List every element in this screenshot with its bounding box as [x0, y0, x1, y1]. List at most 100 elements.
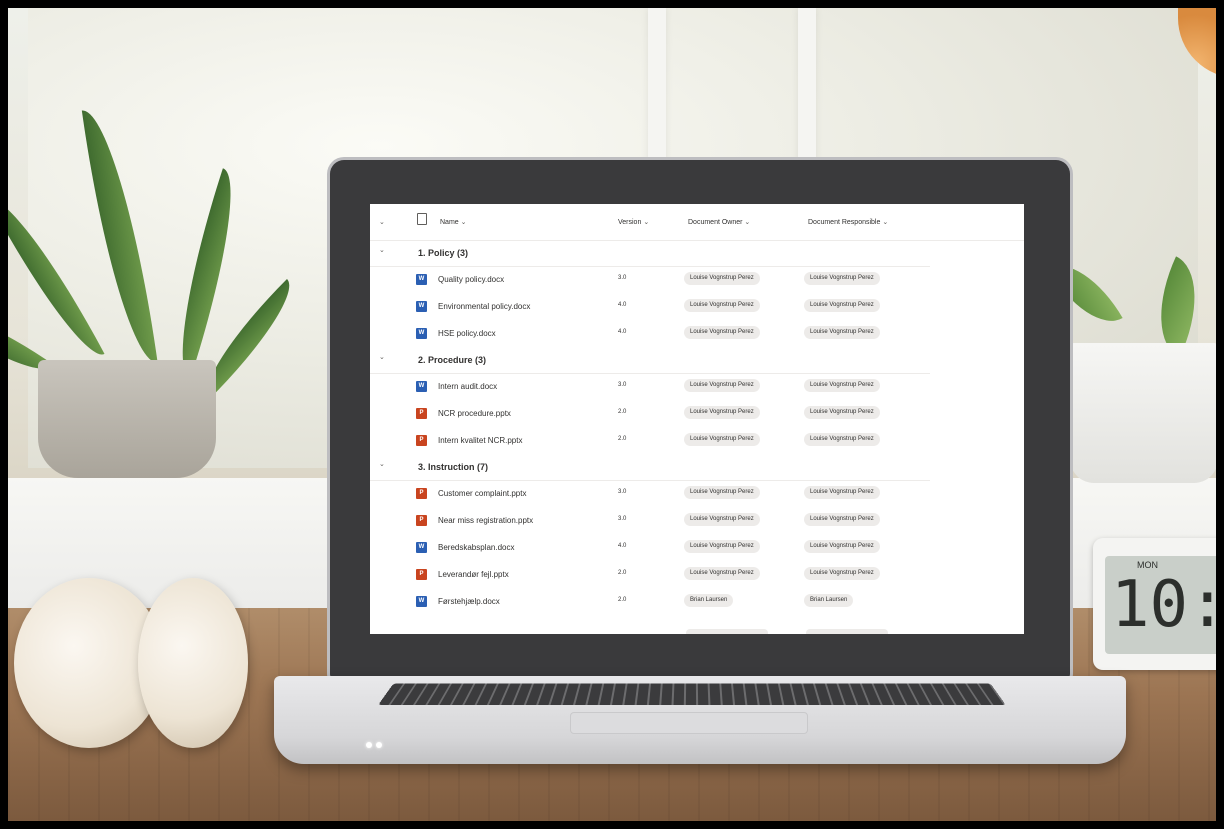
- responsible-pill[interactable]: Louise Vognstrup Perez: [804, 272, 880, 285]
- laptop-trackpad: [570, 712, 808, 734]
- group-header[interactable]: ⌄ 1. Policy (3): [370, 240, 930, 267]
- group-title: 3. Instruction (7): [418, 462, 489, 472]
- owner-pill[interactable]: Louise Vognstrup Perez: [684, 433, 760, 446]
- responsible-pill[interactable]: Louise Vognstrup Perez: [804, 513, 880, 526]
- sort-chevron-icon: ⌄: [460, 219, 467, 226]
- group-header[interactable]: ⌄ 2. Procedure (3): [370, 347, 930, 374]
- powerpoint-file-icon: P: [416, 435, 427, 446]
- file-row[interactable]: W Environmental policy.docx 4.0 Louise Vogn…: [370, 293, 930, 320]
- column-header-version[interactable]: Version ⌄: [618, 218, 649, 226]
- file-name-link[interactable]: Customer complaint.pptx: [438, 489, 526, 498]
- responsible-pill[interactable]: Louise Vognstrup Perez: [804, 406, 880, 419]
- version-value: 3.0: [618, 516, 627, 522]
- owner-pill[interactable]: Louise Vognstrup Perez: [684, 486, 760, 499]
- file-row[interactable]: W Beredskabsplan.docx 4.0 Louise Vognstrup …: [370, 534, 930, 561]
- clock-time: 10:0: [1111, 568, 1216, 642]
- word-file-icon: W: [416, 596, 427, 607]
- group-title: 2. Procedure (3): [418, 355, 487, 365]
- word-file-icon: W: [416, 328, 427, 339]
- file-name-link[interactable]: Leverandør fejl.pptx: [438, 570, 509, 579]
- group-header[interactable]: ⌄ 3. Instruction (7): [370, 454, 930, 481]
- owner-pill[interactable]: Louise Vognstrup Perez: [684, 513, 760, 526]
- group-title: 1. Policy (3): [418, 248, 469, 258]
- file-type-icon[interactable]: [417, 213, 427, 225]
- file-row[interactable]: W Førstehjælp.docx 2.0 Brian Laursen Brian L…: [370, 588, 930, 615]
- responsible-pill[interactable]: Louise Vognstrup Perez: [804, 299, 880, 312]
- version-value: 3.0: [618, 275, 627, 281]
- file-name-link[interactable]: Environmental policy.docx: [438, 302, 530, 311]
- sort-chevron-icon: ⌄: [643, 219, 650, 226]
- file-name-link[interactable]: Beredskabsplan.docx: [438, 543, 515, 552]
- photo-frame: 10:0 MON ⌄ Name ⌄ Version ⌄ Document Own…: [8, 8, 1216, 821]
- version-value: 2.0: [618, 409, 627, 415]
- responsible-pill[interactable]: Louise Vognstrup Perez: [804, 486, 880, 499]
- responsible-pill[interactable]: Brian Laursen: [804, 594, 854, 607]
- responsible-pill[interactable]: Louise Vognstrup Perez: [804, 433, 880, 446]
- owner-pill[interactable]: Louise Vognstrup Perez: [684, 406, 760, 419]
- file-row[interactable]: P Leverandør fejl.pptx 2.0 Louise Vognstrup…: [370, 561, 930, 588]
- list-header: ⌄ Name ⌄ Version ⌄ Document Owner ⌄ Docu…: [370, 204, 1024, 241]
- file-name-link[interactable]: Quality policy.docx: [438, 275, 504, 284]
- version-value: 4.0: [618, 329, 627, 335]
- file-name-link[interactable]: Near miss registration.pptx: [438, 516, 533, 525]
- responsible-pill[interactable]: Louise Vognstrup Perez: [804, 540, 880, 553]
- file-row[interactable]: P Near miss registration.pptx 3.0 Louise Vo…: [370, 507, 930, 534]
- status-led: [366, 742, 372, 748]
- responsible-pill[interactable]: Louise Vognstrup Perez: [804, 326, 880, 339]
- powerpoint-file-icon: P: [416, 408, 427, 419]
- file-name-link[interactable]: HSE policy.docx: [438, 329, 496, 338]
- powerpoint-file-icon: P: [416, 488, 427, 499]
- sort-chevron-icon: ⌄: [882, 219, 889, 226]
- word-file-icon: W: [416, 381, 427, 392]
- column-header-name[interactable]: Name ⌄: [440, 218, 467, 226]
- owner-pill[interactable]: Louise Vognstrup Perez: [684, 567, 760, 580]
- group-collapse-chevron-icon[interactable]: ⌄: [379, 353, 385, 361]
- digital-clock: 10:0 MON: [1093, 538, 1216, 670]
- file-row[interactable]: W HSE policy.docx 4.0 Louise Vognstrup Pere…: [370, 320, 930, 347]
- clock-day: MON: [1137, 560, 1158, 570]
- column-header-owner[interactable]: Document Owner ⌄: [688, 218, 750, 226]
- group-collapse-chevron-icon[interactable]: ⌄: [379, 460, 385, 468]
- version-value: 2.0: [618, 597, 627, 603]
- version-value: 2.0: [618, 436, 627, 442]
- file-row[interactable]: P Customer complaint.pptx 3.0 Louise Vognst…: [370, 480, 930, 507]
- version-value: 3.0: [618, 489, 627, 495]
- owner-pill[interactable]: Louise Vognstrup Perez: [684, 299, 760, 312]
- owner-pill[interactable]: Louise Vognstrup Perez: [684, 379, 760, 392]
- document-library: ⌄ Name ⌄ Version ⌄ Document Owner ⌄ Docu…: [370, 204, 1024, 634]
- responsible-pill[interactable]: Louise Vognstrup Perez: [804, 567, 880, 580]
- powerpoint-file-icon: P: [416, 569, 427, 580]
- collapse-all-chevron-icon[interactable]: ⌄: [379, 218, 385, 226]
- owner-pill[interactable]: Louise Vognstrup Perez: [684, 272, 760, 285]
- file-name-link[interactable]: NCR procedure.pptx: [438, 409, 511, 418]
- owner-pill[interactable]: Louise Vognstrup Perez: [684, 326, 760, 339]
- version-value: 2.0: [618, 570, 627, 576]
- owner-pill[interactable]: Brian Laursen: [684, 594, 734, 607]
- version-value: 4.0: [618, 302, 627, 308]
- file-name-link[interactable]: Intern kvalitet NCR.pptx: [438, 436, 522, 445]
- owner-pill[interactable]: Louise Vognstrup Perez: [684, 540, 760, 553]
- plant-pot: [38, 360, 216, 478]
- version-value: 3.0: [618, 382, 627, 388]
- version-value: 4.0: [618, 543, 627, 549]
- file-row[interactable]: W Intern audit.docx 3.0 Louise Vognstrup Pe…: [370, 373, 930, 400]
- group-collapse-chevron-icon[interactable]: ⌄: [379, 246, 385, 254]
- word-file-icon: W: [416, 542, 427, 553]
- clock-screen: 10:0: [1105, 556, 1216, 654]
- file-row[interactable]: W Quality policy.docx 3.0 Louise Vognstrup …: [370, 266, 930, 293]
- word-file-icon: W: [416, 274, 427, 285]
- responsible-pill[interactable]: [806, 629, 888, 634]
- file-name-link[interactable]: Intern audit.docx: [438, 382, 497, 391]
- column-header-responsible[interactable]: Document Responsible ⌄: [808, 218, 888, 226]
- owner-pill[interactable]: [686, 629, 768, 634]
- file-row[interactable]: P NCR procedure.pptx 2.0 Louise Vognstrup P…: [370, 400, 930, 427]
- file-name-link[interactable]: Førstehjælp.docx: [438, 597, 500, 606]
- powerpoint-file-icon: P: [416, 515, 427, 526]
- laptop-keyboard: [378, 683, 1006, 706]
- status-led: [376, 742, 382, 748]
- file-row[interactable]: P Intern kvalitet NCR.pptx 2.0 Louise Vogns…: [370, 427, 930, 454]
- responsible-pill[interactable]: Louise Vognstrup Perez: [804, 379, 880, 392]
- headphone-cup: [138, 578, 248, 748]
- plant-pot-right: [1070, 343, 1216, 483]
- word-file-icon: W: [416, 301, 427, 312]
